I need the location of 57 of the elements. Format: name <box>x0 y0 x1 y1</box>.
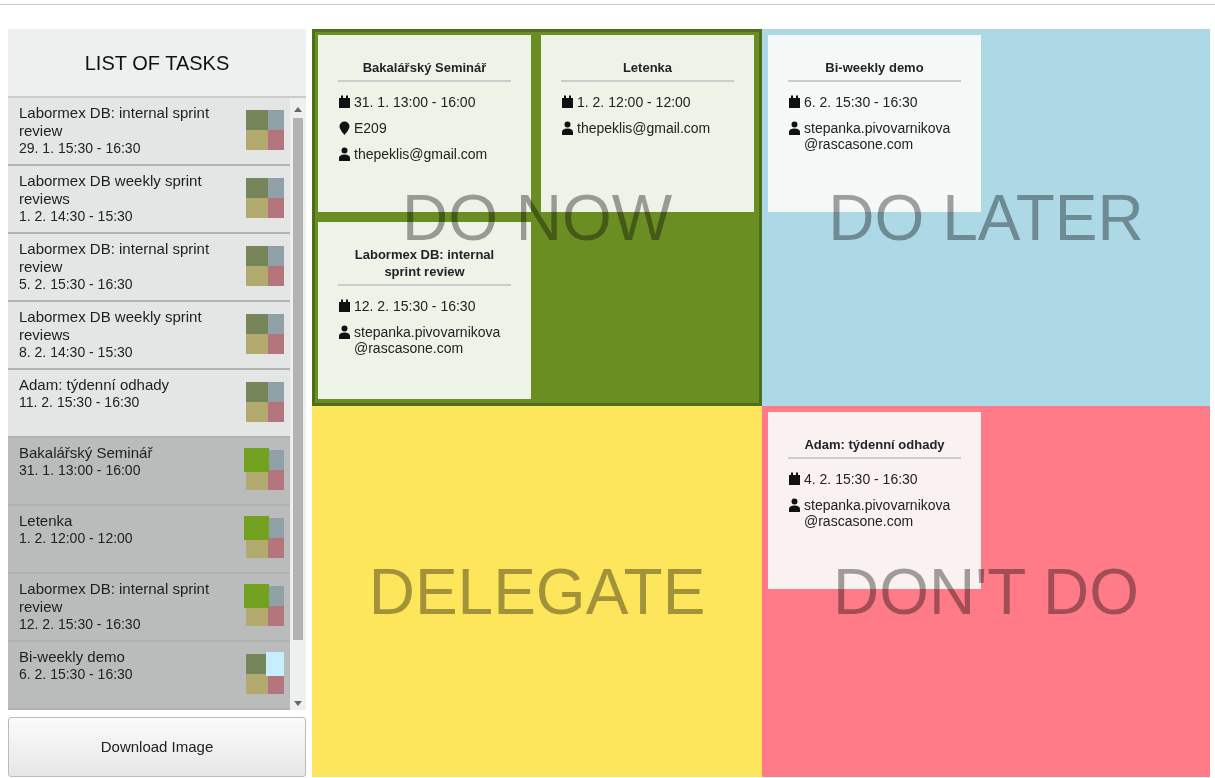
quadrant-label: DELEGATE <box>368 564 706 619</box>
calendar-icon <box>788 95 801 109</box>
task-item[interactable]: Labormex DB weekly sprint reviews 1. 2. 14:30 - 15:30 <box>8 166 290 235</box>
download-button[interactable]: Download Image <box>8 717 306 777</box>
task-title: Bakalářský Seminář <box>19 444 153 463</box>
task-item[interactable]: Letenka 1. 2. 12:00 - 12:00 <box>8 506 290 575</box>
card-time: 6. 2. 15:30 - 16:30 <box>804 94 918 110</box>
task-item[interactable]: Bakalářský Seminář 31. 1. 13:00 - 16:00 <box>8 438 290 507</box>
card-time: 31. 1. 13:00 - 16:00 <box>354 94 476 110</box>
task-time: 1. 2. 12:00 - 12:00 <box>19 530 133 548</box>
task-title: Labormex DB weekly sprint reviews <box>19 308 203 345</box>
task-time: 8. 2. 14:30 - 15:30 <box>19 344 134 362</box>
task-title: Labormex DB: internal sprint review <box>19 580 211 617</box>
card-owner: stepanka.pivovarnikova @rascasone.com <box>804 497 952 529</box>
location-pin-icon <box>338 121 351 135</box>
card-location: E209 <box>354 120 387 136</box>
person-icon <box>788 498 801 512</box>
card-time: 12. 2. 15:30 - 16:30 <box>354 298 476 314</box>
card-owner: stepanka.pivovarnikova @rascasone.com <box>354 324 502 356</box>
calendar-icon <box>338 95 351 109</box>
task-time: 6. 2. 15:30 - 16:30 <box>19 666 133 684</box>
person-icon <box>788 121 801 135</box>
card-owner: thepeklis@gmail.com <box>354 146 488 162</box>
person-icon <box>338 325 351 339</box>
card-title: Adam: týdenní odhady <box>788 436 961 459</box>
calendar-icon <box>788 472 801 486</box>
card-time: 4. 2. 15:30 - 16:30 <box>804 471 918 487</box>
task-item[interactable]: Labormex DB: internal sprint review 29. 1. 15:30 - 16:30 <box>8 98 290 167</box>
task-time: 5. 2. 15:30 - 16:30 <box>19 276 134 294</box>
card-owner: thepeklis@gmail.com <box>577 120 711 136</box>
task-time: 31. 1. 13:00 - 16:00 <box>19 462 142 480</box>
task-title: Labormex DB: internal sprint review <box>19 104 211 141</box>
task-item[interactable]: Labormex DB: internal sprint review 12. 2. 15:30 - 16:30 <box>8 574 290 643</box>
task-item[interactable]: Bi-weekly demo 6. 2. 15:30 - 16:30 <box>8 642 290 711</box>
card-owner: stepanka.pivovarnikova @rascasone.com <box>804 120 952 152</box>
task-item[interactable]: Labormex DB: internal sprint review 5. 2. 15:30 - 16:30 <box>8 234 290 303</box>
calendar-icon <box>338 299 351 313</box>
card-title: Labormex DB: internal sprint review <box>338 246 511 286</box>
task-item[interactable]: Adam: týdenní odhady 11. 2. 15:30 - 16:30 <box>8 370 290 439</box>
task-time: 11. 2. 15:30 - 16:30 <box>19 394 141 412</box>
sidebar-title: LIST OF TASKS <box>84 50 230 76</box>
task-time: 29. 1. 15:30 - 16:30 <box>19 140 142 158</box>
task-title: Labormex DB weekly sprint reviews <box>19 172 203 209</box>
task-title: Bi-weekly demo <box>19 648 126 667</box>
task-title: Adam: týdenní odhady <box>19 376 170 395</box>
person-icon <box>561 121 574 135</box>
card-title: Letenka <box>561 59 734 82</box>
card-title: Bakalářský Seminář <box>338 59 511 82</box>
task-title: Labormex DB: internal sprint review <box>19 240 211 277</box>
task-time: 1. 2. 14:30 - 15:30 <box>19 208 134 226</box>
card-title: Bi-weekly demo <box>788 59 961 82</box>
calendar-icon <box>561 95 574 109</box>
task-time: 12. 2. 15:30 - 16:30 <box>19 616 142 634</box>
task-title: Letenka <box>19 512 74 531</box>
task-item[interactable]: Labormex DB weekly sprint reviews 8. 2. 14:30 - 15:30 <box>8 302 290 371</box>
person-icon <box>338 147 351 161</box>
card-time: 1. 2. 12:00 - 12:00 <box>577 94 691 110</box>
